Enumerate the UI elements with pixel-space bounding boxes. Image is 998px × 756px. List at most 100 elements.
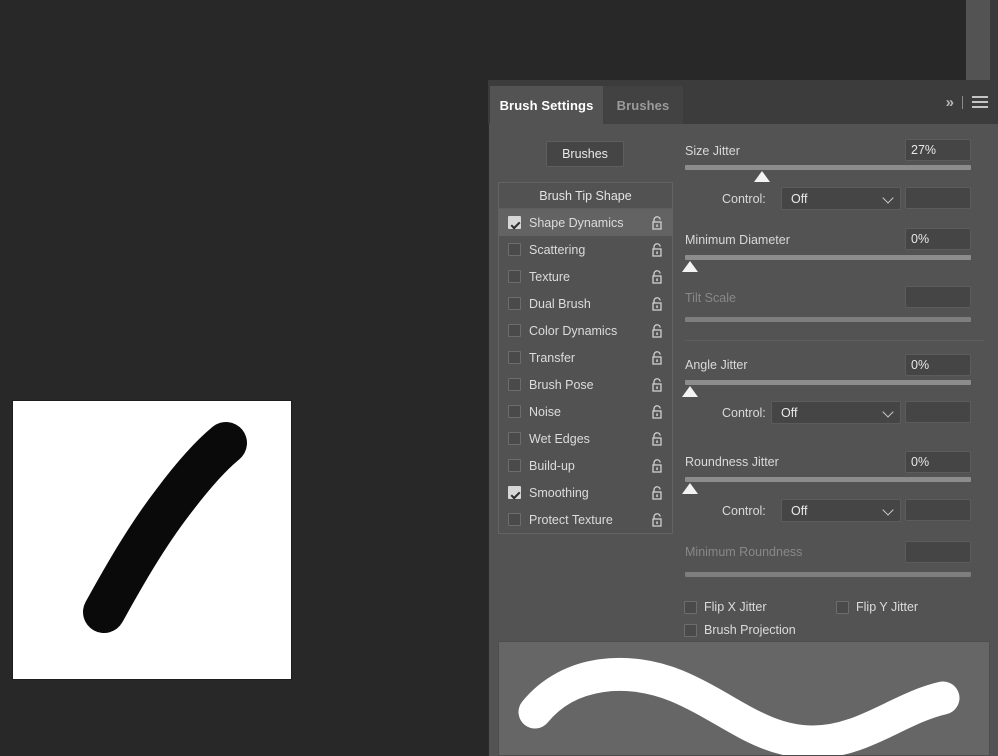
- checkbox-noise[interactable]: [508, 405, 521, 418]
- checkbox-brush-pose[interactable]: [508, 378, 521, 391]
- label-angle-jitter: Angle Jitter: [685, 358, 748, 372]
- option-row-noise[interactable]: Noise: [499, 398, 672, 425]
- checkbox-brush-projection-label: Brush Projection: [704, 623, 796, 637]
- option-row-shape-dynamics[interactable]: Shape Dynamics: [499, 209, 672, 236]
- unlock-icon[interactable]: [651, 269, 663, 284]
- checkbox-flip-y-jitter[interactable]: Flip Y Jitter: [836, 600, 918, 614]
- app-root: Brush Settings Brushes » Brushes Brush T…: [0, 0, 998, 756]
- slider-track-roundness-jitter[interactable]: [685, 477, 971, 482]
- slider-thumb-minimum-diameter[interactable]: [682, 261, 698, 272]
- unlock-icon[interactable]: [651, 296, 663, 311]
- label-minimum-diameter: Minimum Diameter: [685, 233, 790, 247]
- slider-thumb-roundness-jitter[interactable]: [682, 483, 698, 494]
- checkbox-flip-y-jitter-label: Flip Y Jitter: [856, 600, 919, 614]
- option-label: Protect Texture: [529, 512, 613, 527]
- dropdown-roundness-control[interactable]: Off: [781, 499, 901, 522]
- field-minimum-roundness: [905, 541, 971, 563]
- chevron-down-icon: [882, 191, 894, 204]
- slider-track-minimum-roundness: [685, 572, 971, 577]
- option-row-dual-brush[interactable]: Dual Brush: [499, 290, 672, 317]
- label-minimum-roundness: Minimum Roundness: [685, 545, 803, 559]
- checkbox-protect-texture[interactable]: [508, 513, 521, 526]
- checkbox-transfer[interactable]: [508, 351, 521, 364]
- label-roundness-control: Control:: [722, 504, 766, 518]
- field-angle-control-extra[interactable]: [905, 401, 971, 423]
- option-brush-tip-shape[interactable]: Brush Tip Shape: [499, 183, 672, 209]
- dropdown-size-control[interactable]: Off: [781, 187, 901, 210]
- option-label: Scattering: [529, 242, 586, 257]
- unlock-icon[interactable]: [651, 350, 663, 365]
- field-tilt-scale: [905, 286, 971, 308]
- option-row-wet-edges[interactable]: Wet Edges: [499, 425, 672, 452]
- unlock-icon[interactable]: [651, 323, 663, 338]
- option-brush-tip-shape-label: Brush Tip Shape: [539, 188, 632, 203]
- checkbox-flip-x-jitter[interactable]: Flip X Jitter: [684, 600, 767, 614]
- slider-thumb-angle-jitter[interactable]: [682, 386, 698, 397]
- checkbox-box: [684, 600, 697, 614]
- option-row-protect-texture[interactable]: Protect Texture: [499, 506, 672, 533]
- field-angle-jitter[interactable]: 0%: [905, 354, 971, 376]
- option-row-smoothing[interactable]: Smoothing: [499, 479, 672, 506]
- panel-menu-icon[interactable]: [972, 96, 988, 108]
- section-divider-1: [685, 340, 985, 341]
- unlock-icon[interactable]: [651, 215, 663, 230]
- checkbox-brush-projection[interactable]: Brush Projection: [684, 623, 796, 637]
- checkbox-texture[interactable]: [508, 270, 521, 283]
- label-size-jitter: Size Jitter: [685, 144, 740, 158]
- label-angle-control: Control:: [722, 406, 766, 420]
- checkbox-box: [684, 623, 697, 637]
- option-label: Build-up: [529, 458, 575, 473]
- slider-track-minimum-diameter[interactable]: [685, 255, 971, 260]
- brush-options-list: Brush Tip Shape Shape Dynamics Scatterin…: [498, 182, 673, 534]
- chevron-down-icon: [882, 405, 894, 418]
- unlock-icon[interactable]: [651, 377, 663, 392]
- field-roundness-jitter[interactable]: 0%: [905, 451, 971, 473]
- field-size-jitter[interactable]: 27%: [905, 139, 971, 161]
- slider-thumb-size-jitter[interactable]: [754, 171, 770, 182]
- unlock-icon[interactable]: [651, 404, 663, 419]
- brushes-button[interactable]: Brushes: [546, 141, 624, 167]
- option-row-build-up[interactable]: Build-up: [499, 452, 672, 479]
- checkbox-dual-brush[interactable]: [508, 297, 521, 310]
- slider-track-tilt-scale: [685, 317, 971, 322]
- field-minimum-diameter[interactable]: 0%: [905, 228, 971, 250]
- unlock-icon[interactable]: [651, 431, 663, 446]
- tab-brushes[interactable]: Brushes: [603, 86, 683, 124]
- option-label: Smoothing: [529, 485, 589, 500]
- unlock-icon[interactable]: [651, 458, 663, 473]
- checkbox-box: [836, 600, 849, 614]
- unlock-icon[interactable]: [651, 242, 663, 257]
- unlock-icon[interactable]: [651, 485, 663, 500]
- document-canvas[interactable]: [13, 401, 291, 679]
- checkbox-scattering[interactable]: [508, 243, 521, 256]
- unlock-icon[interactable]: [651, 512, 663, 527]
- checkbox-shape-dynamics[interactable]: [508, 216, 521, 229]
- header-divider: [962, 95, 963, 109]
- tab-brushes-label: Brushes: [616, 97, 670, 113]
- option-row-transfer[interactable]: Transfer: [499, 344, 672, 371]
- option-row-texture[interactable]: Texture: [499, 263, 672, 290]
- slider-track-size-jitter[interactable]: [685, 165, 971, 170]
- preview-stroke: [518, 657, 960, 755]
- panel-header-tools: »: [946, 80, 988, 124]
- label-size-control: Control:: [722, 192, 766, 206]
- option-row-color-dynamics[interactable]: Color Dynamics: [499, 317, 672, 344]
- dropdown-angle-control[interactable]: Off: [771, 401, 901, 424]
- tab-brush-settings[interactable]: Brush Settings: [490, 86, 603, 124]
- tab-brush-settings-label: Brush Settings: [499, 97, 594, 113]
- option-label: Color Dynamics: [529, 323, 618, 338]
- checkbox-build-up[interactable]: [508, 459, 521, 472]
- slider-track-angle-jitter[interactable]: [685, 380, 971, 385]
- checkbox-smoothing[interactable]: [508, 486, 521, 499]
- option-row-brush-pose[interactable]: Brush Pose: [499, 371, 672, 398]
- checkbox-wet-edges[interactable]: [508, 432, 521, 445]
- field-roundness-control-extra[interactable]: [905, 499, 971, 521]
- option-row-scattering[interactable]: Scattering: [499, 236, 672, 263]
- collapse-double-chevron-icon[interactable]: »: [946, 95, 954, 110]
- field-size-control-extra[interactable]: [905, 187, 971, 209]
- label-tilt-scale: Tilt Scale: [685, 291, 736, 305]
- panel-left-border: [488, 80, 489, 756]
- label-roundness-jitter: Roundness Jitter: [685, 455, 779, 469]
- checkbox-color-dynamics[interactable]: [508, 324, 521, 337]
- option-label: Shape Dynamics: [529, 215, 624, 230]
